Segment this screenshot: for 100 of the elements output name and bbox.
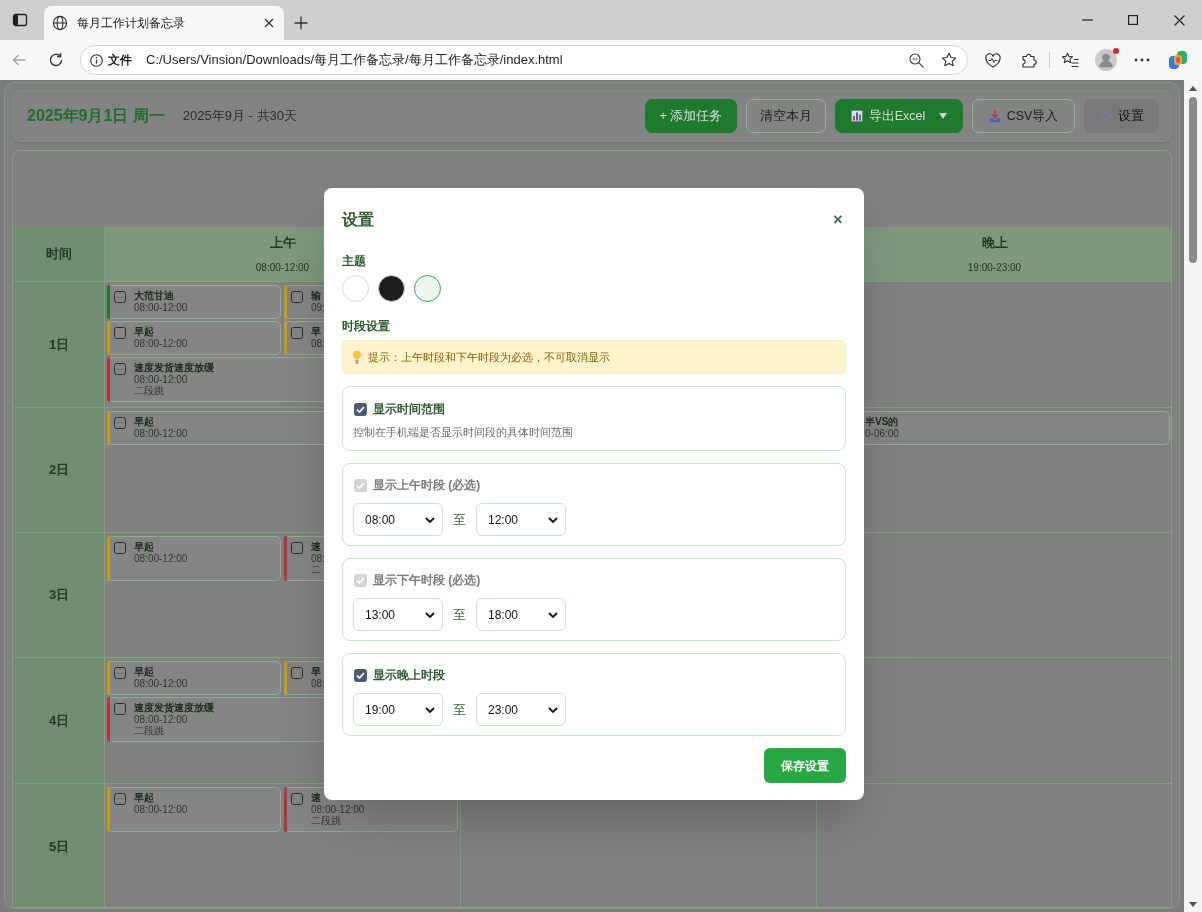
task-card[interactable]: 早起 08:00-12:00 xyxy=(107,536,281,581)
scrollbar[interactable] xyxy=(1184,80,1202,912)
task-time: 08:00-12:00 xyxy=(311,804,365,815)
checkbox[interactable] xyxy=(114,417,126,429)
import-button[interactable]: CSV导入 xyxy=(972,99,1075,133)
section-label: 时段设置 xyxy=(342,318,391,334)
chevron-down-icon xyxy=(425,706,435,713)
time-select[interactable]: 23:00 xyxy=(476,693,566,726)
day-cell: 4日 xyxy=(14,658,104,784)
checkbox[interactable] xyxy=(114,291,126,303)
checkbox[interactable] xyxy=(114,327,126,339)
time-select[interactable]: 19:00 xyxy=(353,693,443,726)
checkbox[interactable] xyxy=(114,793,126,805)
task-card[interactable]: 大范甘迪 08:00-12:00 xyxy=(107,285,281,319)
column-title: 上午 xyxy=(269,234,296,251)
export-button[interactable]: 导出Excel xyxy=(835,99,963,133)
caret-icon xyxy=(939,113,948,119)
task-time: 08: xyxy=(311,553,325,564)
avatar-icon[interactable] xyxy=(1095,49,1117,71)
task-title: 速 xyxy=(311,541,322,553)
checkbox[interactable] xyxy=(291,542,303,554)
task-time: 08: xyxy=(311,678,325,689)
notification-dot-icon xyxy=(1113,48,1119,54)
day-cell: 1日 xyxy=(14,282,104,408)
option-label: 显示晚上时段 xyxy=(373,667,445,684)
checkbox[interactable] xyxy=(114,667,126,679)
task-time: 09: xyxy=(311,302,325,313)
chevron-down-icon xyxy=(425,516,435,523)
range-separator: 至 xyxy=(453,510,466,529)
site-info-button[interactable]: 文件 xyxy=(90,51,132,69)
task-title: 速度发货速度放缓 xyxy=(134,362,214,374)
date-title: 2025年9月1日 周一 xyxy=(27,106,165,126)
checkbox[interactable] xyxy=(114,703,126,715)
tray-arrow-icon xyxy=(988,109,1001,123)
task-title: 早起 xyxy=(134,792,155,804)
range-separator: 至 xyxy=(453,605,466,624)
maximize-icon[interactable] xyxy=(1128,15,1138,25)
scrollbar-thumb[interactable] xyxy=(1189,97,1197,263)
star-icon[interactable] xyxy=(941,52,957,68)
task-time: 08:00-12:00 xyxy=(134,678,188,689)
task-title: 早 xyxy=(311,326,322,338)
task-time: 08:00-12:00 xyxy=(134,374,189,385)
checkbox[interactable] xyxy=(291,291,303,303)
settings-icon xyxy=(1099,110,1112,122)
task-time: 08:00-12:00 xyxy=(134,302,188,313)
task-title: 速 xyxy=(311,792,322,804)
checkbox[interactable] xyxy=(114,363,126,375)
column-header: 时间 xyxy=(14,227,104,282)
checkbox[interactable] xyxy=(354,668,367,682)
task-title: 早 xyxy=(311,666,322,678)
puzzle-icon[interactable] xyxy=(1021,52,1037,68)
heart-icon[interactable] xyxy=(985,52,1001,68)
checkbox[interactable] xyxy=(114,542,126,554)
chevron-down-icon xyxy=(548,611,558,618)
panel-icon[interactable] xyxy=(12,12,28,28)
app-logo-icon[interactable] xyxy=(1168,50,1188,70)
checkbox[interactable] xyxy=(291,327,303,339)
zoom-out-icon[interactable] xyxy=(909,52,924,68)
settings-button[interactable]: 设置 xyxy=(1084,99,1159,133)
task-card[interactable]: 早起 08:00-12:00 xyxy=(107,661,281,695)
browser-tab[interactable]: 每月工作计划备忘录 xyxy=(44,6,284,40)
scroll-up-icon[interactable] xyxy=(1189,86,1197,91)
minimize-icon[interactable] xyxy=(1081,19,1093,21)
checkbox[interactable] xyxy=(291,793,303,805)
add-task-button[interactable]: + 添加任务 xyxy=(645,99,737,133)
task-title: 半VS的 xyxy=(865,416,899,428)
scroll-down-icon[interactable] xyxy=(1189,902,1197,907)
bar-chart-icon xyxy=(850,110,863,122)
info-icon xyxy=(90,53,103,67)
theme-swatch-icon[interactable] xyxy=(414,275,441,302)
more-icon[interactable] xyxy=(1134,58,1150,62)
address-bar[interactable]: 文件 C:/Users/Vinsion/Downloads/每月工作备忘录/每月工作备忘录/index.html xyxy=(80,45,968,75)
task-time: 08:00-12:00 xyxy=(134,714,189,725)
day-cell: 5日 xyxy=(14,784,104,907)
star-list-icon[interactable] xyxy=(1061,52,1079,68)
close-button[interactable]: × xyxy=(830,210,846,230)
checkbox[interactable] xyxy=(291,667,303,679)
task-title: 早起 xyxy=(134,416,155,428)
lightbulb-icon xyxy=(352,350,362,364)
day-cell: 3日 xyxy=(14,533,104,658)
task-title: 早起 xyxy=(134,666,155,678)
reload-icon[interactable] xyxy=(48,52,64,68)
option-label: 显示上午时段 (必选) xyxy=(373,477,481,494)
plus-icon[interactable] xyxy=(294,16,308,30)
url-text: C:/Users/Vinsion/Downloads/每月工作备忘录/每月工作备忘录/index.html xyxy=(146,51,564,70)
chevron-down-icon xyxy=(548,706,558,713)
globe-icon xyxy=(52,15,68,31)
checkbox[interactable] xyxy=(354,402,367,416)
close-icon[interactable] xyxy=(264,18,274,28)
close-icon[interactable] xyxy=(1173,14,1185,26)
task-title: 大范甘迪 xyxy=(134,290,175,302)
save-button[interactable]: 保存设置 xyxy=(764,748,846,783)
dialog-title: 设置 xyxy=(342,210,374,230)
task-title: 早起 xyxy=(134,326,155,338)
day-cell: 2日 xyxy=(14,408,104,533)
section-label: 主题 xyxy=(342,253,367,269)
month-summary: 2025年9月 - 共30天 xyxy=(182,107,297,126)
clear-month-button[interactable]: 清空本月 xyxy=(746,99,826,133)
task-card[interactable]: 早起 08:00-12:00 xyxy=(107,321,281,355)
task-card[interactable]: 早起 08:00-12:00 xyxy=(107,787,281,832)
